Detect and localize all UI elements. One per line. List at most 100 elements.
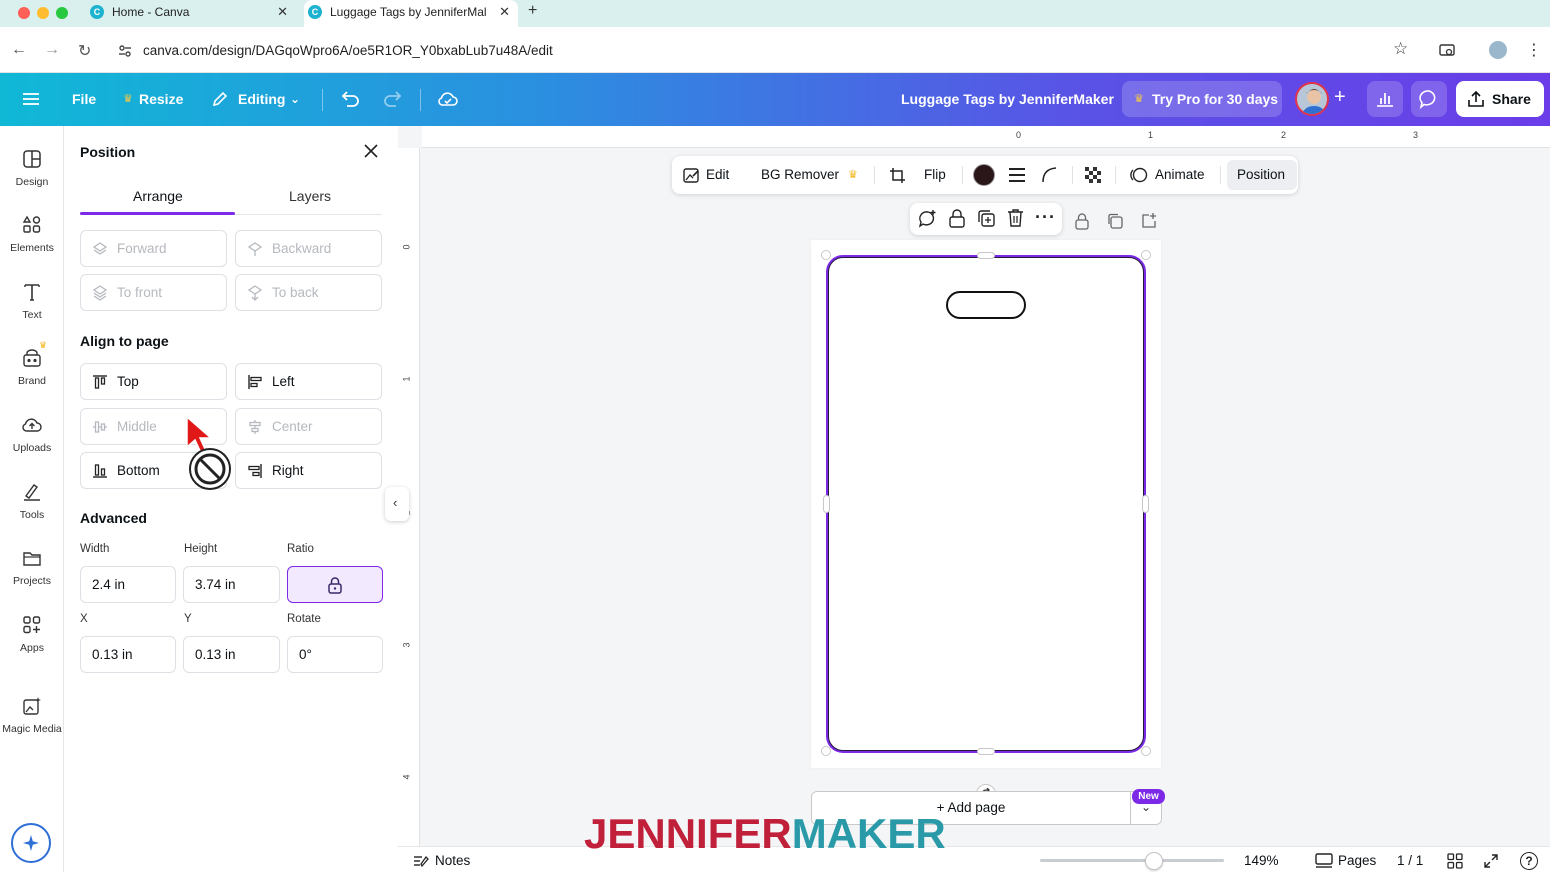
align-right-button[interactable]: Right [235,452,382,489]
flip-button[interactable]: Flip [924,156,946,194]
rail-apps[interactable]: Apps [0,614,64,654]
try-pro-button[interactable]: ♛ Try Pro for 30 days [1122,81,1282,117]
rail-projects[interactable]: Projects [0,547,64,587]
edit-image-icon [683,168,699,183]
rail-tools[interactable]: Tools [0,481,64,521]
position-button[interactable]: Position [1227,160,1297,190]
transparency-icon[interactable] [1084,166,1102,184]
rail-text[interactable]: Text [0,281,64,321]
rotate-field[interactable]: 0° [287,636,383,673]
crop-icon[interactable] [889,167,906,184]
user-avatar[interactable] [1295,82,1329,116]
rail-magic-media[interactable]: Magic Media [0,695,64,735]
insights-button[interactable] [1367,81,1403,117]
rail-label: Projects [13,575,51,587]
align-top-button[interactable]: Top [80,363,227,400]
y-field[interactable]: 0.13 in [183,636,280,673]
menu-hamburger-icon[interactable] [23,92,39,106]
resize-handle-top-right[interactable] [1141,250,1151,260]
height-field[interactable]: 3.74 in [183,566,280,603]
close-window-button[interactable] [18,7,30,19]
to-back-button[interactable]: To back [235,274,382,311]
comments-button[interactable] [1411,81,1447,117]
lock-icon[interactable] [948,208,966,228]
chevron-down-icon[interactable]: ⌄ [290,73,300,126]
profile-avatar-icon[interactable] [1489,41,1507,59]
maximize-window-button[interactable] [56,7,68,19]
x-field[interactable]: 0.13 in [80,636,176,673]
strap-slot-shape[interactable] [946,291,1026,319]
tab-layers[interactable]: Layers [289,188,331,204]
rail-uploads[interactable]: Uploads [0,414,64,454]
zoom-slider-track[interactable] [1040,859,1224,862]
close-panel-icon[interactable] [362,142,380,160]
rail-brand[interactable]: Brand [0,347,64,387]
width-field[interactable]: 2.4 in [80,566,176,603]
collapse-panel-button[interactable]: ‹ [385,487,409,521]
color-swatch[interactable] [973,164,995,186]
document-title[interactable]: Luggage Tags by JenniferMaker [901,73,1114,126]
zoom-level[interactable]: 149% [1244,853,1279,868]
rail-label: Magic Media [2,723,62,735]
rail-elements[interactable]: Elements [0,214,64,254]
panel-title: Position [80,144,136,160]
back-icon[interactable]: ← [11,41,27,59]
resize-handle-bottom[interactable] [977,748,995,755]
border-style-icon[interactable] [1008,167,1026,183]
resize-handle-right[interactable] [1142,495,1149,513]
page-lock-icon[interactable] [1074,212,1090,230]
align-left-button[interactable]: Left [235,363,382,400]
pages-button[interactable]: Pages [1338,853,1376,868]
resize-button[interactable]: Resize [139,73,183,126]
resize-handle-bottom-left[interactable] [821,746,831,756]
ratio-lock-button[interactable] [287,566,383,603]
align-center-button[interactable]: Center [235,408,382,445]
resize-handle-top-left[interactable] [821,250,831,260]
backward-button[interactable]: Backward [235,230,382,267]
close-tab-icon[interactable]: ✕ [277,0,288,24]
editing-mode-button[interactable]: Editing [238,73,285,126]
corner-rounding-icon[interactable] [1041,166,1058,183]
forward-button[interactable]: Forward [80,230,227,267]
undo-icon[interactable] [340,90,360,108]
to-front-button[interactable]: To front [80,274,227,311]
edit-button[interactable]: Edit [706,156,729,194]
more-options-icon[interactable]: ··· [1035,207,1056,228]
fullscreen-icon[interactable] [1483,853,1499,869]
rail-label: Tools [19,509,45,521]
browser-menu-icon[interactable]: ⋮ [1526,40,1542,60]
cloud-saved-icon[interactable] [437,90,459,108]
help-icon[interactable]: ? [1520,852,1538,870]
grid-view-icon[interactable] [1447,853,1463,869]
page-duplicate-icon[interactable] [1107,213,1124,230]
notes-button[interactable]: Notes [435,853,470,868]
resize-handle-top[interactable] [977,252,995,259]
add-page-icon[interactable] [1141,212,1158,229]
browser-tab-luggage-tags[interactable]: C Luggage Tags by JenniferMal ✕ [304,0,518,27]
animate-button[interactable]: Animate [1155,156,1205,194]
trash-icon[interactable] [1007,208,1024,228]
site-settings-icon[interactable] [118,44,132,58]
add-comment-icon[interactable] [918,209,938,229]
file-menu-button[interactable]: File [72,73,96,126]
tab-arrange[interactable]: Arrange [133,188,183,204]
rail-design[interactable]: Design [0,148,64,188]
close-tab-icon[interactable]: ✕ [499,0,510,24]
add-collaborator-icon[interactable]: + [1334,86,1346,109]
new-tab-icon[interactable]: + [528,2,537,20]
browser-tab-home[interactable]: C Home - Canva ✕ [86,0,296,27]
zoom-slider-knob[interactable] [1145,852,1164,870]
forward-icon[interactable]: → [44,41,60,59]
resize-handle-left[interactable] [823,495,830,513]
redo-icon[interactable] [383,90,403,108]
duplicate-icon[interactable] [977,209,996,228]
minimize-window-button[interactable] [37,7,49,19]
resize-handle-bottom-right[interactable] [1141,746,1151,756]
magic-assistant-button[interactable] [11,823,51,863]
cast-icon[interactable] [1439,44,1455,58]
backward-label: Backward [272,241,332,256]
bg-remover-button[interactable]: BG Remover [761,156,839,194]
bookmark-star-icon[interactable]: ☆ [1393,39,1408,59]
reload-icon[interactable]: ↻ [78,41,91,61]
share-button[interactable]: Share [1456,81,1544,117]
